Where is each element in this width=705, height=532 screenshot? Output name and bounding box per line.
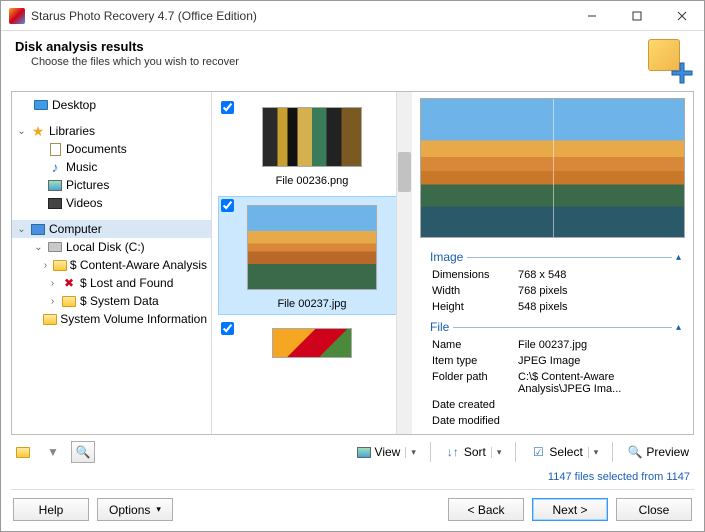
collapse-icon[interactable]: ⌄ [16,224,27,235]
back-button[interactable]: < Back [448,498,524,521]
tree-item-content-aware[interactable]: › $ Content-Aware Analysis [12,256,211,274]
filter-button[interactable]: ▼ [41,441,65,463]
folder-button[interactable] [11,441,35,463]
status-text: 1147 files selected from 1147 [1,467,704,487]
file-checkbox[interactable] [221,101,234,114]
dropdown-icon: ▾ [156,504,161,515]
file-checkbox[interactable] [221,322,234,335]
dropdown-icon: ▾ [588,447,599,458]
toolbar: ▼ 🔍 View ▾ ↓↑ Sort ▾ ☑ Select ▾ 🔍 Previe… [1,435,704,467]
filter-icon: ▼ [47,445,59,459]
select-menu[interactable]: ☑ Select ▾ [525,441,603,463]
tree-item-pictures[interactable]: Pictures [12,176,211,194]
disk-icon [48,242,62,252]
preview-image [420,98,685,238]
next-button[interactable]: Next > [532,498,608,521]
preview-button[interactable]: 🔍 Preview [622,441,694,463]
document-icon [50,143,61,156]
file-list[interactable]: File 00236.png File 00237.jpg [212,92,412,434]
options-button[interactable]: Options▾ [97,498,173,521]
sort-menu[interactable]: ↓↑ Sort ▾ [440,441,507,463]
scrollbar[interactable] [396,92,412,434]
search-button[interactable]: 🔍 [71,441,95,463]
preview-panel: Image ▴ Dimensions768 x 548 Width768 pix… [412,92,693,434]
expand-icon[interactable]: › [41,260,50,271]
collapse-icon[interactable]: ⌄ [33,242,44,253]
button-bar: Help Options▾ < Back Next > Close [1,490,704,531]
group-header-image[interactable]: Image ▴ [420,250,685,264]
file-checkbox[interactable] [221,199,234,212]
maximize-button[interactable] [614,1,659,30]
dropdown-icon: ▾ [491,447,502,458]
tree-item-svi[interactable]: System Volume Information [12,310,211,328]
folder-icon [16,447,30,458]
tree-item-libraries[interactable]: ⌄ ★ Libraries [12,122,211,140]
file-item[interactable] [218,319,406,359]
folder-icon [53,260,67,271]
file-properties: NameFile 00237.jpg Item typeJPEG Image F… [420,336,685,430]
help-button[interactable]: Help [13,498,89,521]
select-icon: ☑ [530,444,546,460]
collapse-arrow-icon: ▴ [672,252,685,263]
tree-item-documents[interactable]: Documents [12,140,211,158]
file-thumbnail [262,107,362,167]
collapse-arrow-icon: ▴ [672,322,685,333]
sort-icon: ↓↑ [445,444,461,460]
tree-item-videos[interactable]: Videos [12,194,211,212]
tree-item-local-disk[interactable]: ⌄ Local Disk (C:) [12,238,211,256]
tree-item-computer[interactable]: ⌄ Computer [12,220,211,238]
file-thumbnail [272,328,352,358]
folder-tree[interactable]: Desktop ⌄ ★ Libraries Documents ♪ Music … [12,92,212,434]
search-icon: 🔍 [76,445,91,459]
dropdown-icon: ▾ [405,447,416,458]
image-properties: Dimensions768 x 548 Width768 pixels Heig… [420,266,685,316]
preview-icon: 🔍 [627,444,643,460]
app-icon [9,8,25,24]
expand-icon[interactable]: › [47,278,58,289]
close-dialog-button[interactable]: Close [616,498,692,521]
folder-icon [43,314,57,325]
file-item[interactable]: File 00237.jpg [218,196,406,315]
view-menu[interactable]: View ▾ [351,441,421,463]
folder-icon [62,296,76,307]
music-icon: ♪ [47,159,63,175]
page-header: Disk analysis results Choose the files w… [1,31,704,91]
close-button[interactable] [659,1,704,30]
main-panel: Desktop ⌄ ★ Libraries Documents ♪ Music … [11,91,694,435]
page-title: Disk analysis results [15,39,648,54]
page-subtitle: Choose the files which you wish to recov… [15,56,648,68]
tree-item-desktop[interactable]: Desktop [12,96,211,114]
titlebar: Starus Photo Recovery 4.7 (Office Editio… [1,1,704,31]
tree-item-music[interactable]: ♪ Music [12,158,211,176]
wizard-icon [648,39,690,81]
view-icon [356,444,372,460]
star-icon: ★ [30,123,46,139]
window-title: Starus Photo Recovery 4.7 (Office Editio… [31,9,569,23]
file-item[interactable]: File 00236.png [218,98,406,192]
pictures-icon [48,180,62,191]
group-header-file[interactable]: File ▴ [420,320,685,334]
computer-icon [31,224,45,235]
minimize-button[interactable] [569,1,614,30]
scrollbar-thumb[interactable] [398,152,411,192]
file-name: File 00236.png [223,175,401,187]
deleted-folder-icon: ✖ [61,275,77,291]
desktop-icon [34,100,48,110]
expand-icon[interactable]: › [47,296,58,307]
tree-item-lost-found[interactable]: › ✖ $ Lost and Found [12,274,211,292]
tree-item-system-data[interactable]: › $ System Data [12,292,211,310]
videos-icon [48,198,62,209]
collapse-icon[interactable]: ⌄ [16,126,27,137]
file-name: File 00237.jpg [223,298,401,310]
file-thumbnail [247,205,377,290]
